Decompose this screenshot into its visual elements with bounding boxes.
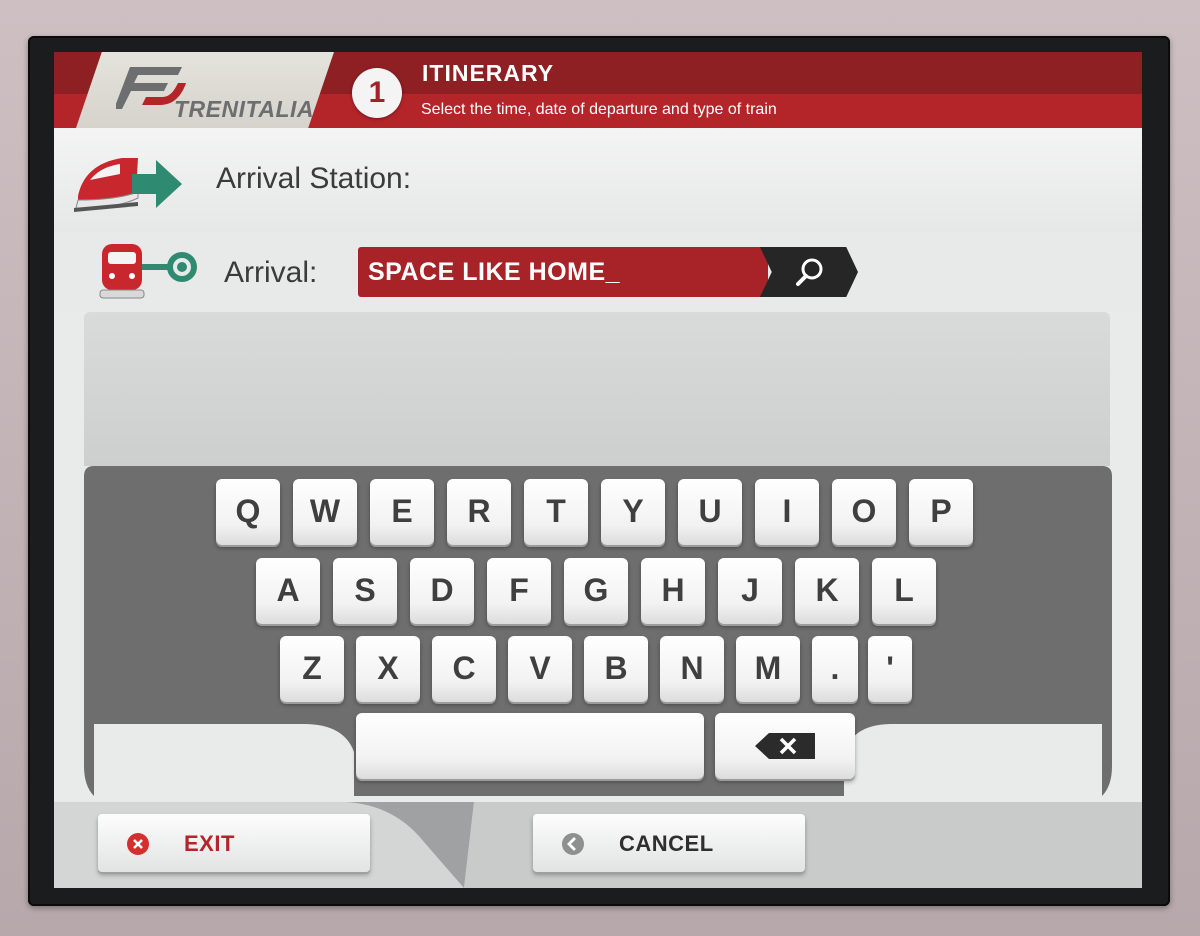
cancel-label: CANCEL [619, 831, 714, 856]
key-z[interactable]: Z [280, 636, 344, 702]
key-r[interactable]: R [447, 479, 511, 545]
key-p[interactable]: P [909, 479, 973, 545]
key-y[interactable]: Y [601, 479, 665, 545]
key-f[interactable]: F [487, 558, 551, 624]
key-apostrophe[interactable]: ' [868, 636, 912, 702]
key-e[interactable]: E [370, 479, 434, 545]
key-m[interactable]: M [736, 636, 800, 702]
backspace-key[interactable] [715, 713, 855, 779]
key-d[interactable]: D [410, 558, 474, 624]
key-i[interactable]: I [755, 479, 819, 545]
key-l[interactable]: L [872, 558, 936, 624]
key-j[interactable]: J [718, 558, 782, 624]
kiosk-screen: TRENITALIA 1 ITINERARY Select the time, … [54, 52, 1142, 888]
key-n[interactable]: N [660, 636, 724, 702]
key-b[interactable]: B [584, 636, 648, 702]
exit-label: EXIT [184, 831, 235, 856]
close-circle-icon [127, 833, 149, 855]
exit-button[interactable]: EXIT [98, 814, 370, 872]
key-period[interactable]: . [812, 636, 858, 702]
key-x[interactable]: X [356, 636, 420, 702]
key-a[interactable]: A [256, 558, 320, 624]
key-u[interactable]: U [678, 479, 742, 545]
space-key[interactable] [356, 713, 704, 779]
key-q[interactable]: Q [216, 479, 280, 545]
key-c[interactable]: C [432, 636, 496, 702]
key-s[interactable]: S [333, 558, 397, 624]
key-t[interactable]: T [524, 479, 588, 545]
key-v[interactable]: V [508, 636, 572, 702]
cancel-button[interactable]: CANCEL [533, 814, 805, 872]
backspace-icon [755, 733, 815, 759]
back-arrow-icon [562, 833, 584, 855]
key-g[interactable]: G [564, 558, 628, 624]
key-h[interactable]: H [641, 558, 705, 624]
key-o[interactable]: O [832, 479, 896, 545]
key-w[interactable]: W [293, 479, 357, 545]
key-k[interactable]: K [795, 558, 859, 624]
